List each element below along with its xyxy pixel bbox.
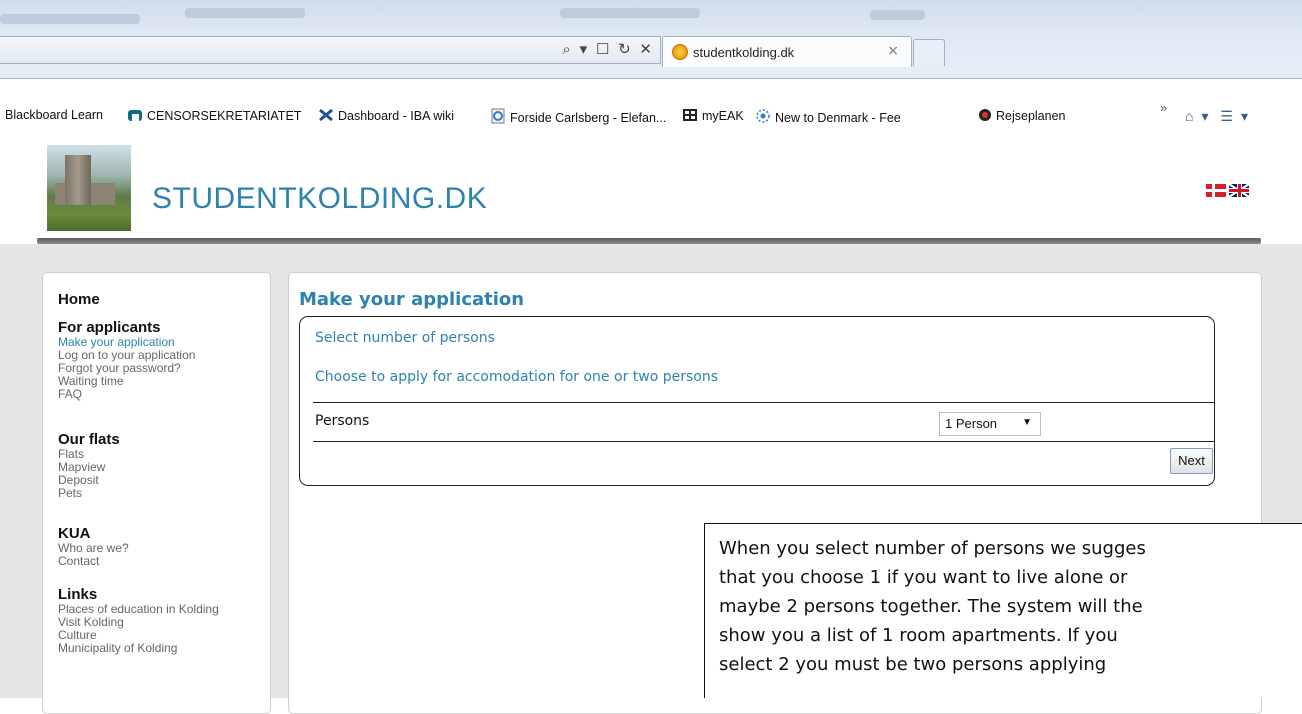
sidebar-section-kua: KUA Who are we? Contact <box>58 525 129 568</box>
form-divider <box>313 441 1215 442</box>
sidebar-item-home[interactable]: Home <box>58 291 100 308</box>
sidebar-section-for-applicants: For applicants Make your application Log… <box>58 319 195 401</box>
sidebar-heading[interactable]: Links <box>58 586 219 603</box>
favorites-bar: Blackboard Learn CENSORSEKRETARIATET Das… <box>0 100 1302 130</box>
favorite-label: Forside Carlsberg - Elefan... <box>510 111 667 125</box>
blurred-window-title <box>560 8 700 18</box>
sidebar-link-contact[interactable]: Contact <box>58 555 129 568</box>
command-bar: ⌂ ▾ ☰ ▾ <box>1185 108 1256 125</box>
censor-icon <box>128 110 142 121</box>
favorite-label: Dashboard - IBA wiki <box>338 109 455 123</box>
blurred-tab <box>0 14 140 24</box>
feed-icon <box>756 109 770 123</box>
favorite-new-to-denmark[interactable]: New to Denmark - Fee <box>755 108 901 125</box>
site-logo-image[interactable] <box>47 145 131 231</box>
sidebar-link-pets[interactable]: Pets <box>58 487 120 500</box>
callout-line: that you choose 1 if you want to live al… <box>719 567 1128 588</box>
favorite-forside-carlsberg[interactable]: Forside Carlsberg - Elefan... <box>490 108 666 125</box>
callout-line: maybe 2 persons together. The system wil… <box>719 596 1143 617</box>
favorite-label: New to Denmark - Fee <box>775 111 901 125</box>
favorite-blackboard-learn[interactable]: Blackboard Learn <box>5 108 103 122</box>
sidebar-heading[interactable]: For applicants <box>58 319 195 336</box>
tools-icon <box>319 108 333 122</box>
home-dropdown-icon[interactable]: ▾ <box>1201 108 1208 124</box>
sidebar-link-municipality[interactable]: Municipality of Kolding <box>58 642 219 655</box>
language-selector <box>1206 182 1249 201</box>
site-title[interactable]: STUDENTKOLDING.DK <box>152 182 487 216</box>
step-description: Choose to apply for accomodation for one… <box>315 369 719 385</box>
favorite-censorsekretariatet[interactable]: CENSORSEKRETARIATET <box>127 108 301 123</box>
address-bar-controls[interactable]: ⌕ ▾ ☐ ↻ ✕ <box>562 40 654 58</box>
favorite-myeak[interactable]: myEAK <box>682 108 744 123</box>
feeds-dropdown-icon[interactable]: ▾ <box>1241 108 1248 124</box>
favorite-dashboard-iba-wiki[interactable]: Dashboard - IBA wiki <box>318 108 454 123</box>
site-favicon-icon <box>672 44 688 60</box>
new-tab-button[interactable] <box>913 39 945 66</box>
sidebar-heading[interactable]: KUA <box>58 525 129 542</box>
tab-studentkolding[interactable]: studentkolding.dk × <box>662 36 912 67</box>
favorite-label: Blackboard Learn <box>5 108 103 122</box>
instruction-callout: When you select number of persons we sug… <box>704 523 1302 698</box>
ie-page-icon <box>491 108 505 124</box>
sidebar-heading[interactable]: Our flats <box>58 431 120 448</box>
persons-select-value: 1 Person <box>945 416 998 431</box>
sidebar-link-faq[interactable]: FAQ <box>58 388 195 401</box>
english-flag-icon[interactable] <box>1229 184 1249 197</box>
persons-select[interactable]: 1 Person ▼ <box>939 412 1041 436</box>
close-tab-icon[interactable]: × <box>887 43 899 59</box>
favorite-label: myEAK <box>702 109 744 123</box>
next-button[interactable]: Next <box>1170 448 1213 474</box>
favorite-label: CENSORSEKRETARIATET <box>147 109 302 123</box>
application-form: Select number of persons Choose to apply… <box>299 316 1215 486</box>
page-title: Make your application <box>299 289 525 310</box>
callout-line: When you select number of persons we sug… <box>719 538 1146 559</box>
favorite-rejseplanen[interactable]: Rejseplanen <box>978 108 1066 123</box>
callout-line: select 2 you must be two persons applyin… <box>719 654 1107 675</box>
blurred-tab <box>870 10 925 20</box>
grid-icon <box>683 109 697 121</box>
form-divider <box>313 402 1215 403</box>
blurred-tab <box>185 8 305 18</box>
favorite-label: Rejseplanen <box>996 109 1066 123</box>
browser-titlebar: ⌕ ▾ ☐ ↻ ✕ studentkolding.dk × <box>0 0 1302 79</box>
sidebar-section-links: Links Places of education in Kolding Vis… <box>58 586 219 655</box>
address-bar[interactable]: ⌕ ▾ ☐ ↻ ✕ <box>0 36 661 64</box>
sidebar-section-our-flats: Our flats Flats Mapview Deposit Pets <box>58 431 120 500</box>
home-icon[interactable]: ⌂ <box>1185 108 1193 124</box>
feeds-icon[interactable]: ☰ <box>1220 108 1233 124</box>
step-title: Select number of persons <box>315 330 495 346</box>
tab-title: studentkolding.dk <box>693 45 795 60</box>
persons-label: Persons <box>315 413 370 429</box>
chevron-down-icon[interactable]: ▼ <box>1022 417 1032 428</box>
sidebar-nav: Home For applicants Make your applicatio… <box>42 272 271 714</box>
callout-line: show you a list of 1 room apartments. If… <box>719 625 1118 646</box>
danish-flag-icon[interactable] <box>1206 184 1226 197</box>
target-icon <box>979 109 991 121</box>
more-favorites-chevron-icon[interactable]: » <box>1160 100 1167 115</box>
